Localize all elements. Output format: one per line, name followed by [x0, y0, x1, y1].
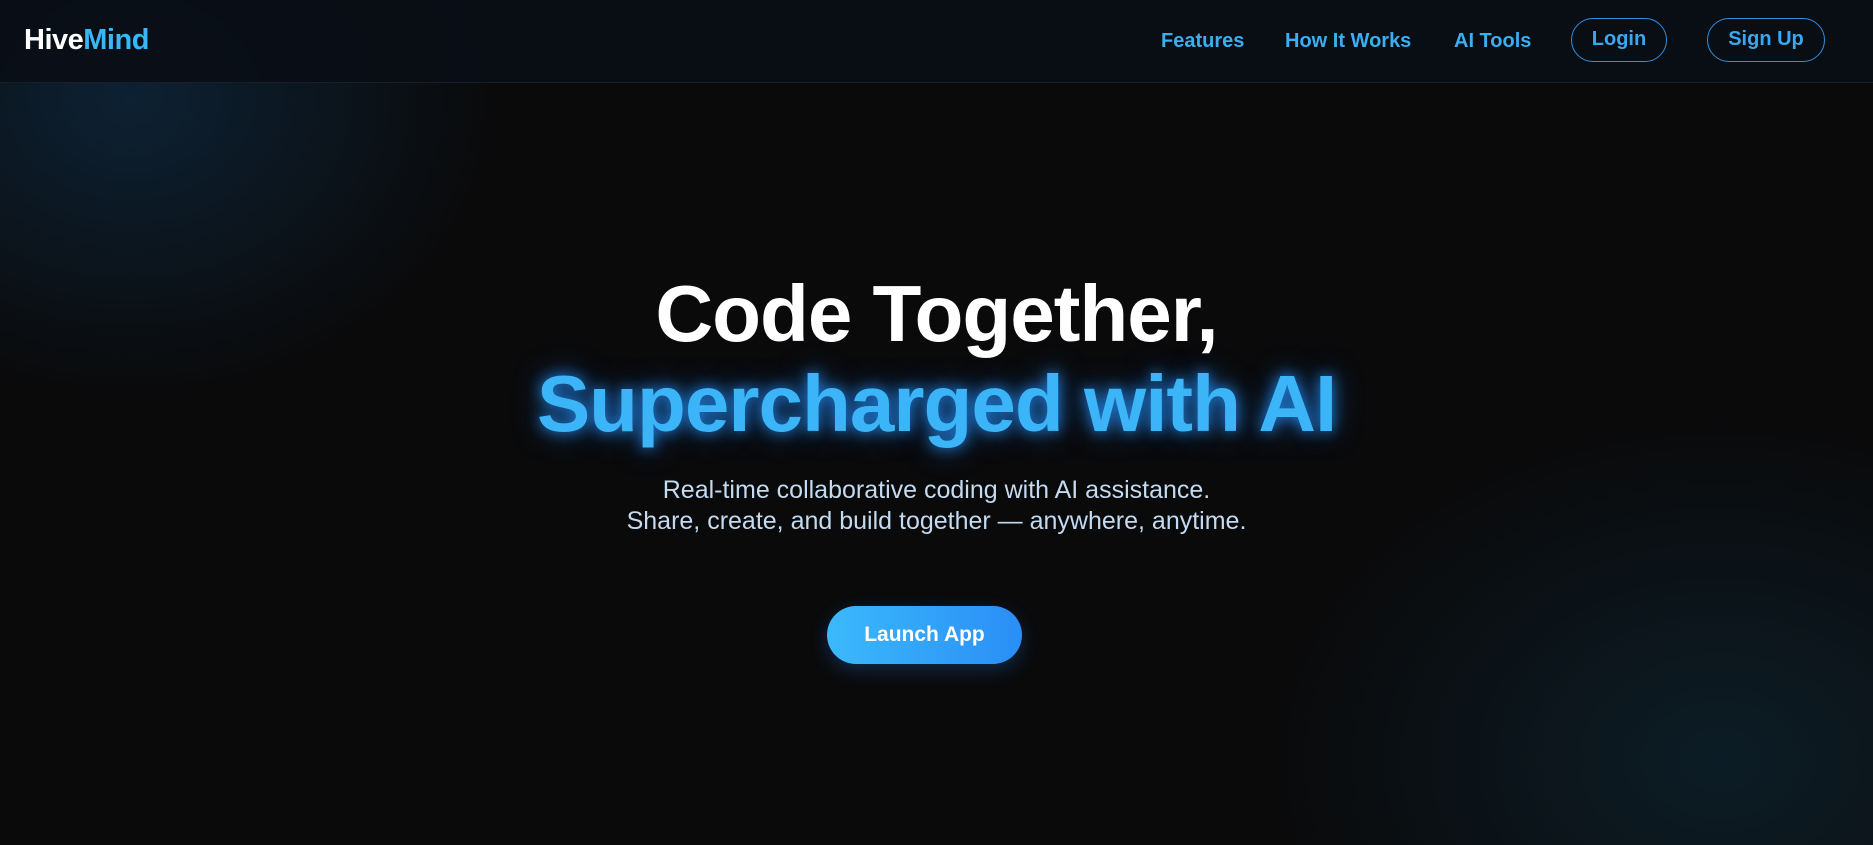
nav-link-how-it-works[interactable]: How It Works: [1285, 28, 1411, 54]
nav-link-ai-tools[interactable]: AI Tools: [1454, 28, 1531, 54]
nav-link-features[interactable]: Features: [1161, 28, 1244, 54]
hero-subtitle-line1: Real-time collaborative coding with AI a…: [662, 476, 1211, 504]
hero-title-line2: Supercharged with AI: [536, 359, 1337, 448]
logo-text-hive: Hive: [24, 24, 84, 56]
hivemind-logo[interactable]: HiveMind: [24, 22, 149, 58]
signup-button[interactable]: Sign Up: [1707, 18, 1825, 62]
login-button[interactable]: Login: [1571, 18, 1667, 62]
launch-app-button[interactable]: Launch App: [827, 606, 1022, 664]
top-navbar: HiveMind Features How It Works AI Tools …: [0, 0, 1873, 83]
hero-title-line1: Code Together,: [655, 269, 1218, 358]
logo-text-mind: Mind: [83, 24, 149, 56]
hero-subtitle-line2: Share, create, and build together — anyw…: [626, 507, 1247, 535]
landing-page: HiveMind Features How It Works AI Tools …: [0, 0, 1873, 845]
